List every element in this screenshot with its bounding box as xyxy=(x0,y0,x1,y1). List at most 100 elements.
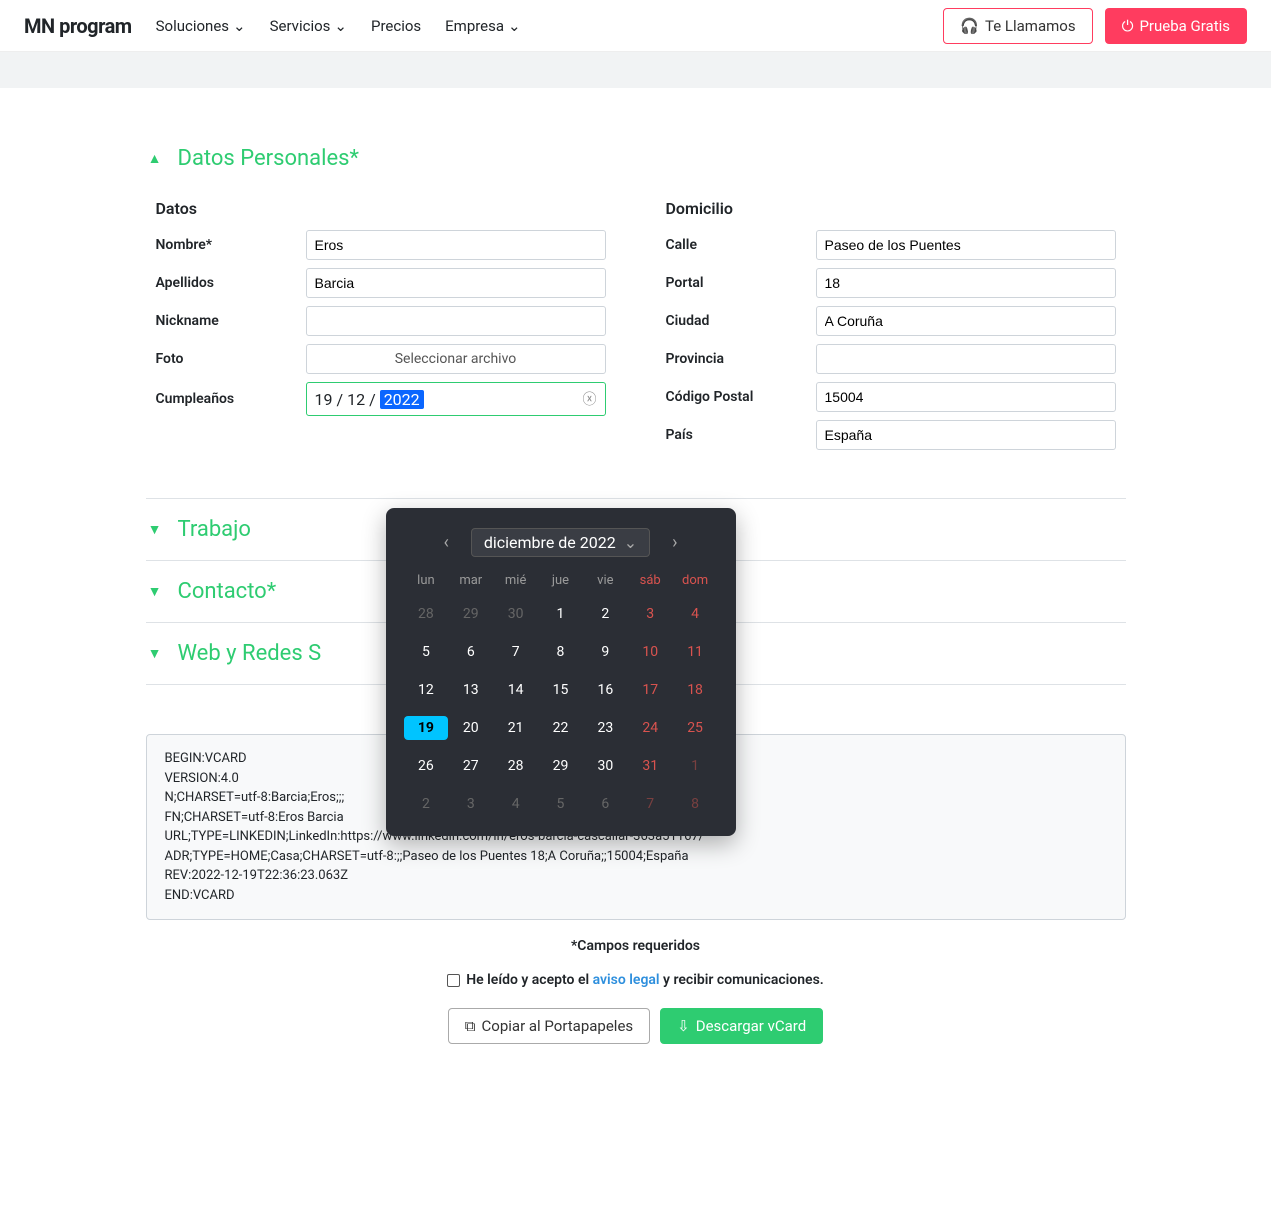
copy-button[interactable]: ⧉Copiar al Portapapeles xyxy=(448,1008,650,1044)
datepicker-day[interactable]: 20 xyxy=(448,716,493,740)
call-button[interactable]: 🎧Te Llamamos xyxy=(943,8,1092,44)
datepicker-day[interactable]: 17 xyxy=(628,678,673,702)
datepicker-prev-button[interactable]: ‹ xyxy=(435,528,456,557)
datepicker-day[interactable]: 6 xyxy=(448,640,493,664)
input-ciudad[interactable] xyxy=(816,306,1116,336)
datepicker-day[interactable]: 28 xyxy=(404,602,449,626)
datepicker-day[interactable]: 27 xyxy=(448,754,493,778)
datepicker-day[interactable]: 1 xyxy=(673,754,718,778)
label-provincia: Provincia xyxy=(666,351,816,367)
datepicker-day[interactable]: 4 xyxy=(673,602,718,626)
label-pais: País xyxy=(666,427,816,443)
accordion-title: Trabajo xyxy=(178,517,251,542)
label-nickname: Nickname xyxy=(156,313,306,329)
col-datos: Datos Nombre* Apellidos Nickname FotoSel… xyxy=(156,199,606,458)
input-nombre[interactable] xyxy=(306,230,606,260)
nav-label: Precios xyxy=(371,17,421,35)
datepicker-day[interactable]: 15 xyxy=(538,678,583,702)
datepicker-day[interactable]: 5 xyxy=(404,640,449,664)
datepicker-day[interactable]: 23 xyxy=(583,716,628,740)
datepicker-day[interactable]: 21 xyxy=(493,716,538,740)
datepicker-day[interactable]: 4 xyxy=(493,792,538,816)
input-cp[interactable] xyxy=(816,382,1116,412)
datepicker-day[interactable]: 3 xyxy=(628,602,673,626)
chevron-down-icon: ⌄ xyxy=(508,17,521,35)
nav-label: Soluciones xyxy=(156,17,229,35)
datepicker-day[interactable]: 24 xyxy=(628,716,673,740)
nav-empresa[interactable]: Empresa⌄ xyxy=(445,17,520,35)
accordion-header-personal[interactable]: ▲ Datos Personales* xyxy=(146,128,1126,189)
main-container: ▲ Datos Personales* Datos Nombre* Apelli… xyxy=(146,88,1126,1104)
datepicker-day[interactable]: 7 xyxy=(493,640,538,664)
datepicker-day[interactable]: 1 xyxy=(538,602,583,626)
datepicker-day[interactable]: 29 xyxy=(538,754,583,778)
file-select-button[interactable]: Seleccionar archivo xyxy=(306,344,606,374)
accordion-title: Web y Redes S xyxy=(178,641,322,666)
accordion-body-personal: Datos Nombre* Apellidos Nickname FotoSel… xyxy=(146,189,1126,498)
input-provincia[interactable] xyxy=(816,344,1116,374)
datepicker-next-button[interactable]: › xyxy=(664,528,685,557)
nav-servicios[interactable]: Servicios⌄ xyxy=(270,17,347,35)
logo[interactable]: MN program xyxy=(24,14,132,38)
input-nickname[interactable] xyxy=(306,306,606,336)
datepicker-month-select[interactable]: diciembre de 2022 ⌄ xyxy=(471,528,650,557)
input-portal[interactable] xyxy=(816,268,1116,298)
datepicker-dow: mar xyxy=(448,573,493,588)
input-calle[interactable] xyxy=(816,230,1116,260)
datepicker-day[interactable]: 30 xyxy=(493,602,538,626)
datepicker-dow: jue xyxy=(538,573,583,588)
topbar: MN program Soluciones⌄ Servicios⌄ Precio… xyxy=(0,0,1271,52)
datepicker-day[interactable]: 12 xyxy=(404,678,449,702)
date-day: 19 xyxy=(315,390,333,409)
copy-label: Copiar al Portapapeles xyxy=(482,1017,634,1035)
label-cumple: Cumpleaños xyxy=(156,391,306,407)
datepicker-day[interactable]: 26 xyxy=(404,754,449,778)
datepicker-day[interactable]: 19 xyxy=(404,716,449,740)
datepicker-day[interactable]: 28 xyxy=(493,754,538,778)
datepicker-day[interactable]: 10 xyxy=(628,640,673,664)
subhead-domicilio: Domicilio xyxy=(666,199,1116,218)
datepicker-day[interactable]: 29 xyxy=(448,602,493,626)
legal-row: He leído y acepto el aviso legal y recib… xyxy=(146,972,1126,988)
datepicker-day[interactable]: 8 xyxy=(538,640,583,664)
datepicker-day[interactable]: 25 xyxy=(673,716,718,740)
label-ciudad: Ciudad xyxy=(666,313,816,329)
label-cp: Código Postal xyxy=(666,389,816,405)
trial-button[interactable]: ⏻Prueba Gratis xyxy=(1105,8,1247,44)
legal-link[interactable]: aviso legal xyxy=(593,972,660,988)
datepicker-day[interactable]: 5 xyxy=(538,792,583,816)
datepicker-day[interactable]: 16 xyxy=(583,678,628,702)
datepicker-day[interactable]: 2 xyxy=(583,602,628,626)
datepicker-day[interactable]: 2 xyxy=(404,792,449,816)
label-nombre: Nombre* xyxy=(156,237,306,253)
datepicker-day[interactable]: 31 xyxy=(628,754,673,778)
input-pais[interactable] xyxy=(816,420,1116,450)
datepicker-dow: vie xyxy=(583,573,628,588)
nav-precios[interactable]: Precios xyxy=(371,17,421,35)
date-input[interactable]: 19/ 12/ 2022 ⓧ xyxy=(306,382,606,416)
datepicker-day[interactable]: 3 xyxy=(448,792,493,816)
trial-label: Prueba Gratis xyxy=(1139,17,1230,35)
datepicker-dow: sáb xyxy=(628,573,673,588)
datepicker-day[interactable]: 6 xyxy=(583,792,628,816)
datepicker-day[interactable]: 13 xyxy=(448,678,493,702)
datepicker-dow: mié xyxy=(493,573,538,588)
date-sep: / xyxy=(336,390,343,409)
clear-date-icon[interactable]: ⓧ xyxy=(583,389,597,409)
datepicker-grid: lunmarmiéjueviesábdom2829301234567891011… xyxy=(404,573,718,816)
date-year: 2022 xyxy=(380,390,424,409)
input-apellidos[interactable] xyxy=(306,268,606,298)
accordion-title: Datos Personales* xyxy=(178,146,359,171)
download-button[interactable]: ⇩Descargar vCard xyxy=(660,1008,823,1044)
datepicker-day[interactable]: 11 xyxy=(673,640,718,664)
datepicker-day[interactable]: 14 xyxy=(493,678,538,702)
nav-soluciones[interactable]: Soluciones⌄ xyxy=(156,17,246,35)
datepicker-day[interactable]: 8 xyxy=(673,792,718,816)
legal-checkbox[interactable] xyxy=(447,974,460,987)
chevron-down-icon: ⌄ xyxy=(624,533,637,552)
datepicker-day[interactable]: 7 xyxy=(628,792,673,816)
datepicker-day[interactable]: 18 xyxy=(673,678,718,702)
datepicker-day[interactable]: 30 xyxy=(583,754,628,778)
datepicker-day[interactable]: 9 xyxy=(583,640,628,664)
datepicker-day[interactable]: 22 xyxy=(538,716,583,740)
